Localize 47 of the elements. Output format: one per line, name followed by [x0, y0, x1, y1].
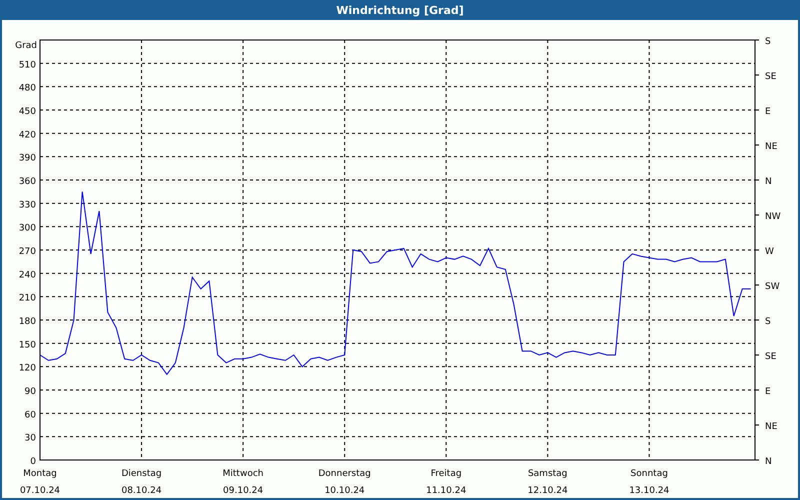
day-label: Montag	[23, 469, 57, 479]
day-label: Donnerstag	[318, 469, 371, 479]
y-axis-label: Grad	[15, 41, 37, 51]
y-tick-label: 390	[18, 154, 36, 164]
y-tick-label: 240	[18, 270, 36, 280]
y-tick-label: 480	[18, 84, 36, 94]
compass-tick-label: E	[765, 387, 771, 397]
y-tick-label: 420	[18, 130, 36, 140]
date-label: 11.10.24	[426, 486, 466, 496]
compass-tick-label: S	[765, 37, 771, 47]
compass-tick-label: SE	[765, 352, 776, 362]
date-label: 07.10.24	[20, 486, 60, 496]
day-label: Dienstag	[121, 469, 162, 479]
compass-tick-label: NE	[765, 142, 778, 152]
compass-tick-label: S	[765, 317, 771, 327]
compass-tick-label: N	[765, 457, 772, 467]
day-label: Mittwoch	[222, 469, 264, 479]
window-title: Windrichtung [Grad]	[2, 0, 798, 20]
y-tick-label: 60	[24, 410, 36, 420]
day-label: Sonntag	[630, 469, 668, 479]
compass-tick-label: SE	[765, 72, 776, 82]
compass-tick-label: NE	[765, 422, 778, 432]
y-tick-label: 0	[30, 457, 36, 467]
y-tick-label: 510	[18, 60, 36, 70]
compass-tick-label: E	[765, 107, 771, 117]
y-tick-label: 360	[18, 177, 36, 187]
y-tick-label: 120	[18, 364, 36, 374]
date-label: 13.10.24	[629, 486, 670, 496]
y-tick-label: 450	[18, 107, 36, 117]
compass-tick-label: NW	[765, 212, 781, 222]
compass-tick-label: W	[765, 247, 774, 257]
date-label: 12.10.24	[528, 486, 568, 496]
y-tick-label: 90	[24, 387, 36, 397]
day-label: Freitag	[430, 469, 462, 479]
y-tick-label: 270	[18, 247, 36, 257]
day-label: Samstag	[528, 469, 568, 479]
y-tick-label: 30	[24, 434, 36, 444]
y-tick-label: 180	[18, 317, 36, 327]
y-tick-label: 210	[18, 294, 36, 304]
y-tick-label: 150	[18, 340, 36, 350]
date-label: 09.10.24	[223, 486, 264, 496]
compass-tick-label: N	[765, 177, 772, 187]
compass-tick-label: SW	[765, 282, 780, 292]
y-tick-label: 300	[18, 224, 36, 234]
date-label: 08.10.24	[122, 486, 162, 496]
date-label: 10.10.24	[324, 486, 365, 496]
y-tick-label: 330	[18, 200, 36, 210]
